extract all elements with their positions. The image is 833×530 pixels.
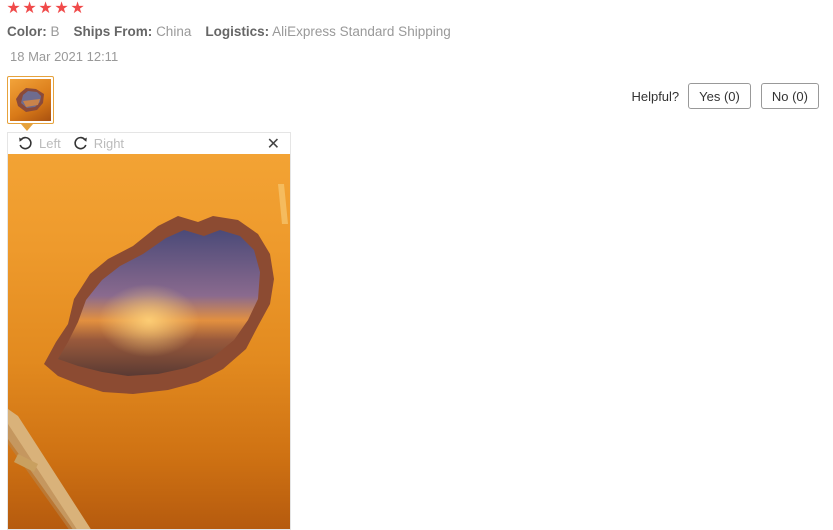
- logistics-label: Logistics:: [205, 24, 270, 39]
- star-icon: ★: [54, 0, 69, 17]
- thumbnail-image: [10, 79, 51, 121]
- review-image-thumbnail[interactable]: [7, 76, 54, 124]
- review-date: 18 Mar 2021 12:11: [10, 49, 119, 64]
- rotate-left-label: Left: [39, 136, 61, 151]
- helpful-label: Helpful?: [631, 88, 680, 104]
- star-icon: ★: [6, 0, 21, 17]
- rotate-left-icon: [19, 136, 32, 150]
- star-icon: ★: [22, 0, 37, 17]
- logistics-value: AliExpress Standard Shipping: [272, 24, 451, 39]
- rotate-left-button[interactable]: Left: [17, 135, 61, 152]
- viewer-toolbar: Left Right ✕: [8, 133, 290, 154]
- review-meta: Color: B Ships From: China Logistics: Al…: [7, 24, 451, 39]
- rotate-right-icon: [74, 136, 87, 150]
- ships-info: Ships From: China: [74, 24, 192, 39]
- close-icon[interactable]: ✕: [267, 134, 280, 154]
- review-photo: [8, 154, 290, 529]
- helpful-section: Helpful? Yes (0) No (0): [631, 83, 819, 109]
- ships-label: Ships From:: [73, 24, 153, 39]
- logistics-info: Logistics: AliExpress Standard Shipping: [205, 24, 450, 39]
- rating-stars: ★ ★ ★ ★ ★: [6, 1, 85, 17]
- star-icon: ★: [70, 0, 85, 17]
- image-viewer: Left Right ✕: [7, 132, 291, 530]
- color-value: B: [50, 24, 60, 39]
- ships-value: China: [156, 24, 192, 39]
- rotate-right-button[interactable]: Right: [72, 135, 124, 152]
- color-label: Color:: [7, 24, 47, 39]
- star-icon: ★: [38, 0, 53, 17]
- rotate-right-label: Right: [93, 136, 125, 151]
- helpful-no-button[interactable]: No (0): [760, 83, 819, 109]
- color-info: Color: B: [7, 24, 60, 39]
- thumbnail-pointer: [21, 124, 33, 131]
- helpful-yes-button[interactable]: Yes (0): [688, 83, 751, 109]
